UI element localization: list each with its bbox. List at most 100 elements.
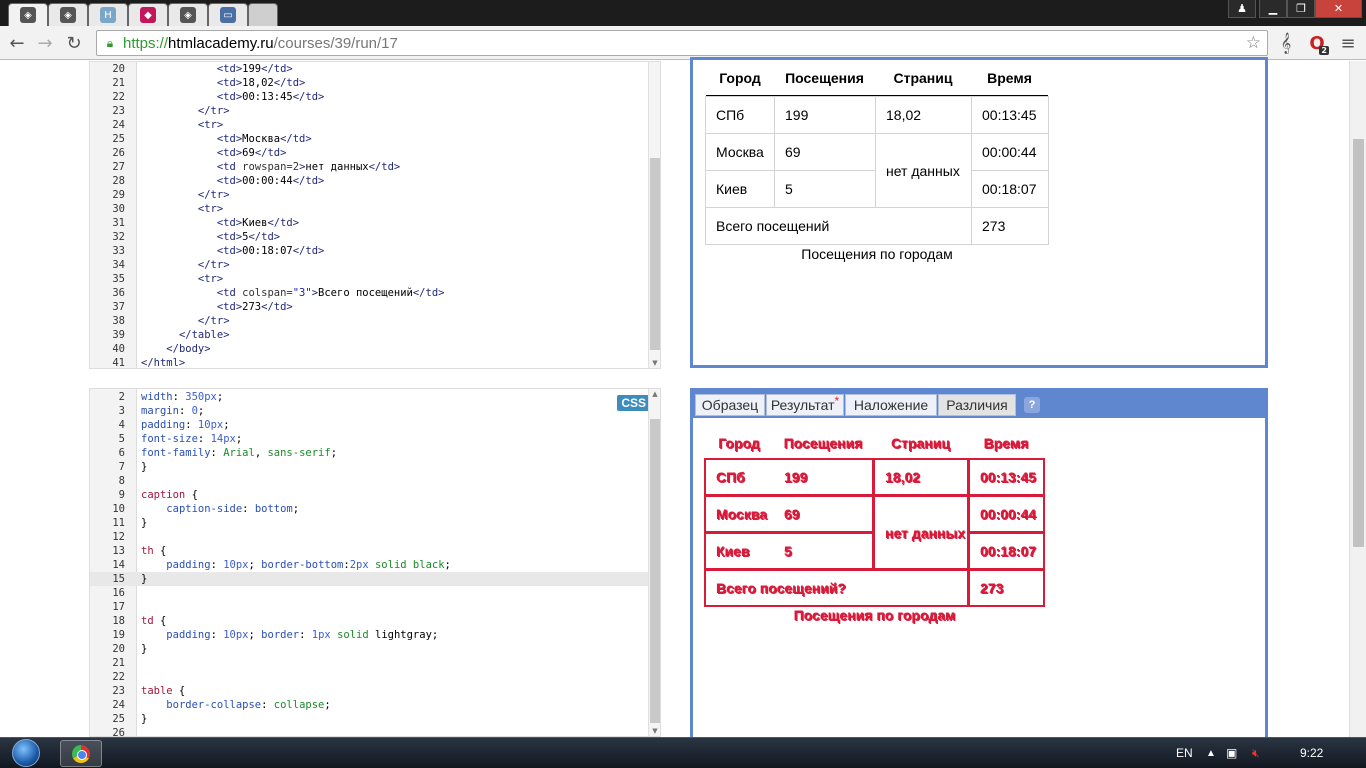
code-line[interactable]: 37 <td>273</td> (90, 300, 650, 314)
line-number: 9 (118, 489, 125, 501)
table-header: Город (706, 60, 774, 97)
code-line[interactable]: 14 padding: 10px; border-bottom:2px soli… (90, 558, 650, 572)
code-line[interactable]: 26 <td>69</td> (90, 146, 650, 160)
code-line[interactable]: 9 caption { (90, 488, 650, 502)
tab-sample[interactable]: Образец (695, 394, 765, 416)
code-line[interactable]: 8 (90, 474, 650, 488)
code-line[interactable]: 34 </tr> (90, 258, 650, 272)
code-text: <td rowspan=2>нет данных</td> (216, 161, 401, 173)
code-line[interactable]: 36 <td colspan="3">Всего посещений</td> (90, 286, 650, 300)
code-line[interactable]: 4 padding: 10px; (90, 418, 650, 432)
code-line[interactable]: 38 </tr> (90, 314, 650, 328)
html-code-editor[interactable]: 20 <td>199</td> 21 <td>18,02</td> 22 <td>0… (89, 61, 661, 369)
browser-tab[interactable]: ◈ (168, 3, 208, 26)
code-line[interactable]: 24 <tr> (90, 118, 650, 132)
bookmark-star-icon[interactable]: ☆ (1246, 33, 1261, 53)
code-line[interactable]: 13 th { (90, 544, 650, 558)
code-line[interactable]: 24 border-collapse: collapse; (90, 698, 650, 712)
code-line[interactable]: 23 table { (90, 684, 650, 698)
profile-icon[interactable]: ♟ (1228, 0, 1256, 18)
code-line[interactable]: 12 (90, 530, 650, 544)
code-line[interactable]: 16 (90, 586, 650, 600)
code-line[interactable]: 33 <td>00:18:07</td> (90, 244, 650, 258)
scroll-down-icon[interactable]: ▼ (649, 358, 660, 368)
code-text: padding: 10px; border-bottom:2px solid b… (166, 559, 451, 571)
code-line[interactable]: 29 </tr> (90, 188, 650, 202)
device-icon[interactable]: ▣ (1226, 738, 1237, 768)
code-line[interactable]: 22 <td>00:13:45</td> (90, 90, 650, 104)
volume-muted-icon[interactable]: 🔇︎ (1252, 738, 1260, 768)
code-line[interactable]: 21 <td>18,02</td> (90, 76, 650, 90)
opera-icon[interactable]: O2 (1305, 31, 1329, 55)
code-line[interactable]: 41 </html> (90, 356, 650, 368)
line-number: 7 (118, 461, 125, 473)
code-line[interactable]: 25} (90, 712, 650, 726)
code-line[interactable]: 30 <tr> (90, 202, 650, 216)
browser-tab[interactable]: ◈ (48, 3, 88, 26)
scroll-up-icon[interactable]: ▲ (649, 389, 660, 399)
show-hidden-icons-icon[interactable]: ▲ (1206, 738, 1216, 768)
code-line[interactable]: 18 td { (90, 614, 650, 628)
table-cell: 00:18:07 (968, 532, 1045, 570)
reload-icon[interactable]: ↻ (62, 31, 86, 55)
code-line[interactable]: 19 padding: 10px; border: 1px solid ligh… (90, 628, 650, 642)
browser-tab[interactable]: ◆ (128, 3, 168, 26)
code-line[interactable]: 28 <td>00:00:44</td> (90, 174, 650, 188)
code-line[interactable]: 5 font-size: 14px; (90, 432, 650, 446)
code-line[interactable]: 11} (90, 516, 650, 530)
code-line[interactable]: 7} (90, 460, 650, 474)
code-line[interactable]: 32 <td>5</td> (90, 230, 650, 244)
scroll-down-icon[interactable]: ▼ (649, 726, 660, 736)
css-code-editor[interactable]: 2 width: 350px; 3 margin: 0; 4 padding: 10px;… (89, 388, 661, 737)
browser-tab[interactable]: ▭ (208, 3, 248, 26)
chrome-taskbar-button[interactable] (60, 740, 102, 767)
browser-tab[interactable]: ◈ (8, 3, 48, 26)
close-icon[interactable]: ✕ (1315, 0, 1362, 18)
line-number: 25 (112, 133, 125, 145)
code-line[interactable]: 15} (90, 572, 650, 586)
back-icon[interactable]: ← (5, 31, 29, 55)
code-line[interactable]: 25 <td>Москва</td> (90, 132, 650, 146)
new-tab-button[interactable] (248, 3, 278, 26)
start-button[interactable] (6, 738, 46, 768)
browser-tab[interactable]: H (88, 3, 128, 26)
line-number: 14 (112, 559, 125, 571)
code-text: } (141, 713, 148, 725)
code-line[interactable]: 39 </table> (90, 328, 650, 342)
code-line[interactable]: 40 </body> (90, 342, 650, 356)
code-line[interactable]: 27 <td rowspan=2>нет данных</td> (90, 160, 650, 174)
address-bar[interactable]: 🔒︎ https://htmlacademy.ru/courses/39/run… (96, 30, 1268, 56)
code-line[interactable]: 22 (90, 670, 650, 684)
restore-icon[interactable]: ❐ (1287, 0, 1315, 18)
help-icon[interactable]: ? (1024, 397, 1040, 413)
code-text: font-size: 14px; (141, 433, 243, 445)
editor-scrollbar[interactable]: ▲ ▼ (648, 389, 660, 736)
page-scrollbar[interactable] (1349, 61, 1366, 737)
code-line[interactable]: 26 (90, 726, 650, 736)
menu-icon[interactable]: ≡ (1336, 31, 1360, 55)
code-line[interactable]: 6 font-family: Arial, sans-serif; (90, 446, 650, 460)
code-line[interactable]: 31 <td>Киев</td> (90, 216, 650, 230)
language-indicator[interactable]: EN (1176, 738, 1193, 768)
extension-icon[interactable]: 𝄞 (1274, 31, 1298, 55)
minimize-icon[interactable]: ▁ (1259, 0, 1287, 18)
table-cell: 5 (774, 170, 876, 208)
code-line[interactable]: 10 caption-side: bottom; (90, 502, 650, 516)
tab-result[interactable]: Результат * (766, 394, 844, 416)
editor-scrollbar[interactable]: ▼ (648, 62, 660, 368)
code-line[interactable]: 35 <tr> (90, 272, 650, 286)
code-line[interactable]: 3 margin: 0; (90, 404, 650, 418)
code-line[interactable]: 20 <td>199</td> (90, 62, 650, 76)
tab-overlay[interactable]: Наложение (845, 394, 937, 416)
code-line[interactable]: 17 (90, 600, 650, 614)
scrollbar-thumb[interactable] (650, 419, 660, 723)
scrollbar-thumb[interactable] (1353, 139, 1364, 547)
code-line[interactable]: 21 (90, 656, 650, 670)
code-line[interactable]: 2 width: 350px; (90, 390, 650, 404)
forward-icon[interactable]: → (33, 31, 57, 55)
code-line[interactable]: 23 </tr> (90, 104, 650, 118)
tab-diff[interactable]: Различия (938, 394, 1016, 416)
clock[interactable]: 9:22 (1300, 738, 1323, 768)
code-line[interactable]: 20} (90, 642, 650, 656)
scrollbar-thumb[interactable] (650, 158, 660, 350)
